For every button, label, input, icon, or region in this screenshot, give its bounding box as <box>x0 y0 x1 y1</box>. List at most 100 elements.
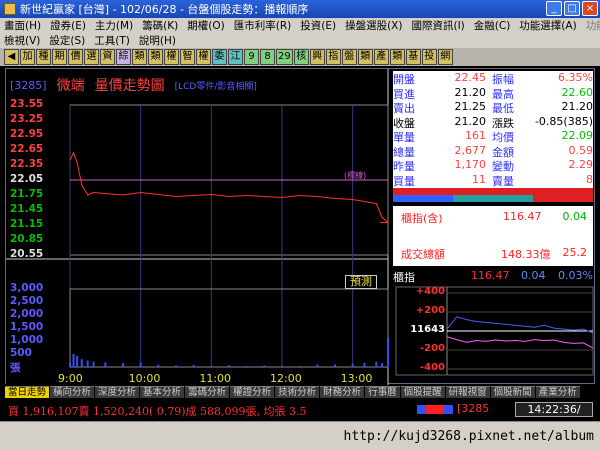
price-point <box>375 202 377 205</box>
index-label: 櫃指(含) <box>401 212 443 225</box>
toolbar-button[interactable]: 類 <box>132 49 147 65</box>
toolbar-button[interactable]: 江 <box>228 49 243 65</box>
toolbar-button[interactable]: ◀ <box>4 49 19 65</box>
menu-item[interactable]: 金融(C) <box>474 18 511 33</box>
minimize-button[interactable]: _ <box>546 1 562 16</box>
volume-tick-label: 2,500 <box>10 295 44 307</box>
volume-bar <box>363 362 366 367</box>
price-point <box>92 191 95 194</box>
toolbar-button[interactable]: 智 <box>180 49 195 65</box>
toolbar-button[interactable]: 綜 <box>116 49 131 65</box>
toolbar-button[interactable]: 種 <box>36 49 51 65</box>
tab-item[interactable]: 個股提醒 <box>400 386 445 398</box>
tab-item[interactable]: 權證分析 <box>230 386 275 398</box>
price-point <box>246 194 248 197</box>
forecast-button[interactable]: 預測 <box>345 275 377 289</box>
reference-line-label: (標線) <box>344 171 367 180</box>
price-tick-label: 22.05 <box>10 173 44 185</box>
toolbar-button[interactable]: 興 <box>309 49 325 65</box>
price-tick-label: 22.35 <box>10 158 44 170</box>
menu-item[interactable]: 證券(E) <box>50 18 86 33</box>
toolbar-button[interactable]: 選 <box>84 49 99 65</box>
menu-item[interactable]: 投資(E) <box>300 18 336 33</box>
volume-bar <box>104 362 107 367</box>
price-tick-label: 22.65 <box>10 143 44 155</box>
toolbar-button[interactable]: 權 <box>196 49 211 65</box>
quote-value: 21.20 <box>454 114 487 128</box>
toolbar-button[interactable]: 加 <box>20 49 35 65</box>
menu-item[interactable]: 操盤選股(X) <box>345 18 402 33</box>
price-point <box>81 184 83 186</box>
toolbar-button[interactable]: 權 <box>164 49 179 65</box>
price-point <box>140 191 142 194</box>
volume-tick-label: 1,500 <box>10 321 44 333</box>
menu-item[interactable]: 主力(M) <box>95 18 133 33</box>
price-tick-label: 22.95 <box>10 128 44 140</box>
tab-item[interactable]: 橫向分析 <box>50 386 95 398</box>
menu-item[interactable]: 設定(S) <box>49 33 85 48</box>
tab-item[interactable]: 深度分析 <box>95 386 140 398</box>
volume-tick-label: 3,000 <box>10 282 44 294</box>
tab-item[interactable]: 財務分析 <box>320 386 365 398</box>
chart-header: [3285] 微端 量價走勢圖 [LCD零件/影音相關] <box>10 71 257 99</box>
menu-item[interactable]: 檢視(V) <box>4 33 40 48</box>
window-title: 新世紀贏家 [台灣] - 102/06/28 - 台盤個股走勢：播報順序 <box>20 3 309 16</box>
toolbar-button[interactable]: 9 <box>244 49 259 65</box>
toolbar-button[interactable]: 投 <box>421 49 437 65</box>
menu-item[interactable]: 功能操作 <box>586 18 600 33</box>
menu-item[interactable]: 國際資訊(I) <box>411 18 464 33</box>
toolbar-button[interactable]: 委 <box>212 49 227 65</box>
volume-bar <box>298 365 301 367</box>
toolbar-button[interactable]: 產 <box>373 49 389 65</box>
close-button[interactable]: × <box>582 1 598 16</box>
menu-item[interactable]: 畫面(H) <box>4 18 41 33</box>
quote-row: 總量 2,677 金額 0.59 <box>393 144 593 159</box>
index-chart-label: 櫃指 <box>393 271 415 284</box>
menu-item[interactable]: 功能選擇(A) <box>519 18 576 33</box>
index-y-label: 11643 <box>410 324 445 335</box>
volume-bar <box>375 361 378 367</box>
tab-item[interactable]: 基本分析 <box>140 386 185 398</box>
toolbar-button[interactable]: 基 <box>405 49 421 65</box>
menu-item[interactable]: 期權(O) <box>187 18 224 33</box>
tab-item[interactable]: 籌碼分析 <box>185 386 230 398</box>
menu-item[interactable]: 匯市利率(R) <box>234 18 292 33</box>
toolbar-button[interactable]: 類 <box>357 49 373 65</box>
toolbar-button[interactable]: 類 <box>389 49 405 65</box>
quote-value: 21.20 <box>561 100 594 113</box>
quote-value: 22.09 <box>561 129 594 142</box>
menu-item[interactable]: 說明(H) <box>139 33 176 48</box>
price-point <box>281 196 283 199</box>
menu-item[interactable]: 工具(T) <box>94 33 130 48</box>
toolbar-button[interactable]: 指 <box>325 49 341 65</box>
turnover-change: 25.2 <box>562 246 588 259</box>
volume-bar <box>351 363 354 367</box>
toolbar-button[interactable]: 盤 <box>341 49 357 65</box>
tab-item[interactable]: 當日走勢 <box>5 386 50 398</box>
volume-tick-label: 500 <box>10 347 32 359</box>
toolbar-button[interactable]: 期 <box>52 49 67 65</box>
toolbar-button[interactable]: 核 <box>293 49 309 65</box>
toolbar-button[interactable]: 網 <box>437 49 453 65</box>
toolbar-button[interactable]: 29 <box>276 49 293 65</box>
watermark-url: http://kujd3268.pixnet.net/album <box>343 429 594 444</box>
maximize-button[interactable]: □ <box>564 1 580 16</box>
toolbar-button[interactable]: 類 <box>148 49 163 65</box>
price-point <box>193 194 195 197</box>
tab-item[interactable]: 產業分析 <box>535 386 580 398</box>
menu-item[interactable]: 籌碼(K) <box>142 18 178 33</box>
quote-row: 昨量 1,170 變動 2.29 <box>393 158 593 173</box>
time-tick-label: 9:00 <box>58 372 83 385</box>
tab-item[interactable]: 個股新聞 <box>490 386 535 398</box>
toolbar-button[interactable]: 8 <box>260 49 275 65</box>
volume-bar <box>139 362 142 367</box>
quote-row: 買進 21.20 最高 22.60 <box>393 86 593 101</box>
price-point <box>87 194 89 196</box>
toolbar-button[interactable]: 價 <box>68 49 83 65</box>
tab-item[interactable]: 行事曆 <box>365 386 400 398</box>
price-point <box>334 197 336 200</box>
index-y-label: +400 <box>415 286 445 297</box>
tab-item[interactable]: 技術分析 <box>275 386 320 398</box>
toolbar-button[interactable]: 資 <box>100 49 115 65</box>
tab-item[interactable]: 研報視窗 <box>445 386 490 398</box>
